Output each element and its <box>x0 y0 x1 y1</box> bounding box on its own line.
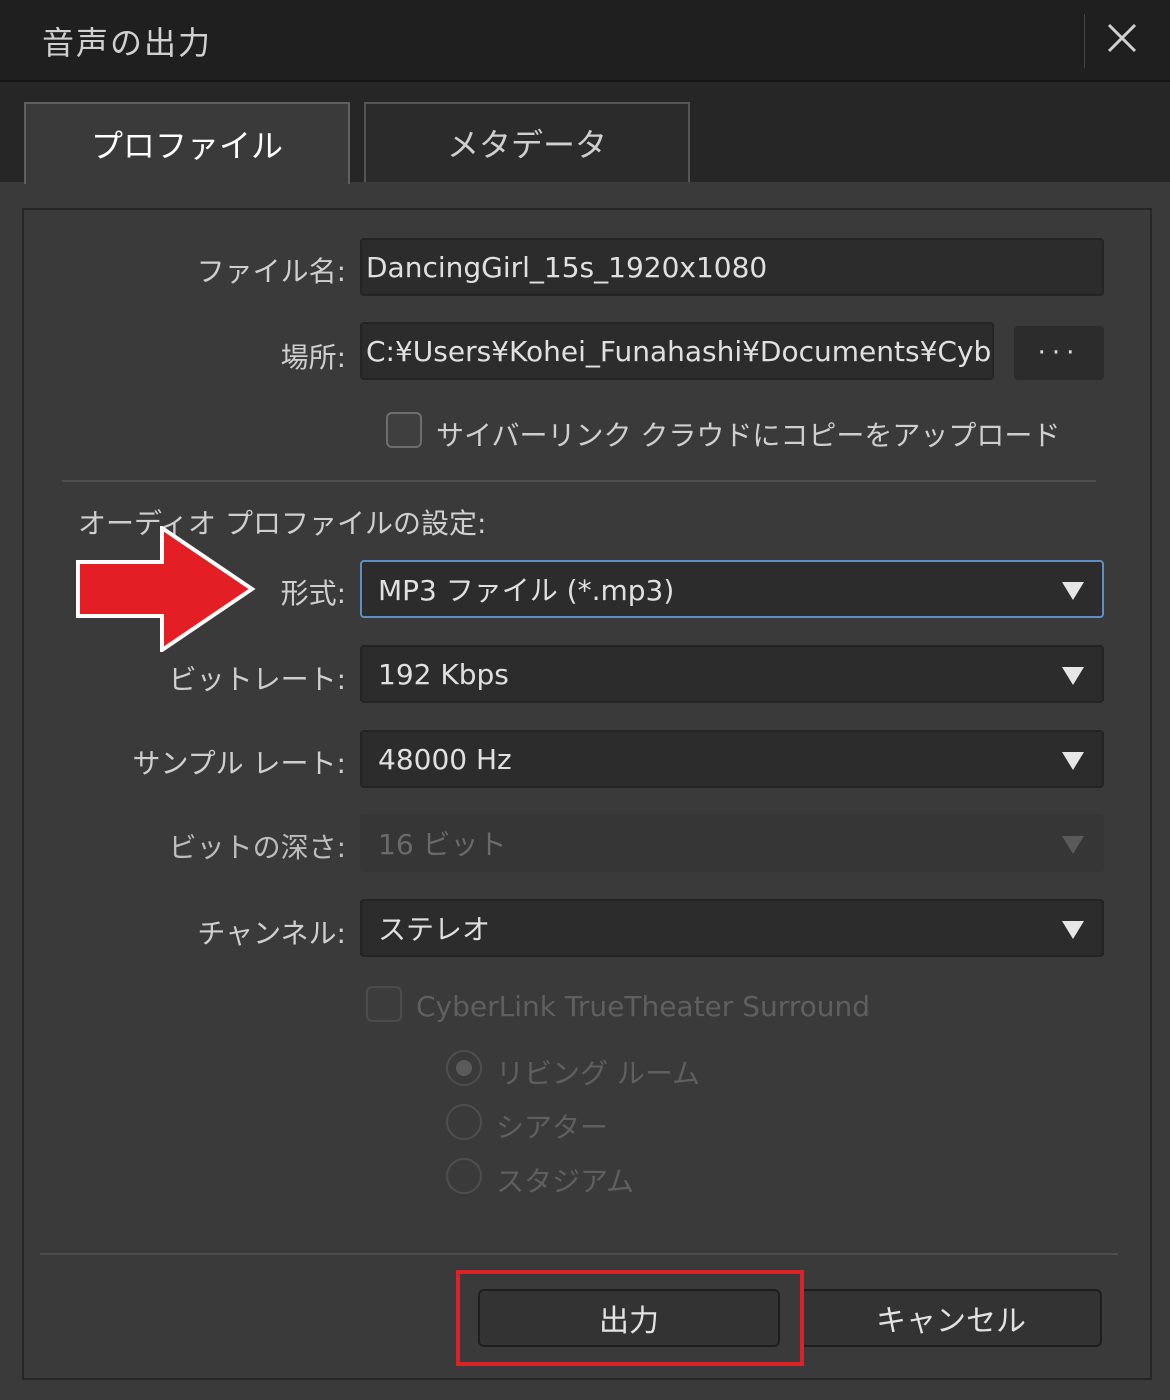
file-name-label: ファイル名: <box>196 255 346 288</box>
close-icon <box>1107 23 1137 53</box>
location-input[interactable]: C:¥Users¥Kohei_Funahashi¥Documents¥Cybe.… <box>360 322 994 380</box>
window-title: 音声の出力 <box>42 24 213 62</box>
output-highlight-box <box>456 1270 804 1366</box>
samplerate-select[interactable]: 48000 Hz <box>360 730 1104 788</box>
surround-checkbox <box>366 986 402 1022</box>
chevron-down-icon <box>1062 836 1084 854</box>
tab-strip: プロファイル メタデータ <box>0 82 1170 184</box>
red-arrow-right-icon <box>76 526 256 652</box>
browse-button[interactable]: ··· <box>1014 326 1104 380</box>
samplerate-label: サンプル レート: <box>132 747 347 780</box>
chevron-down-icon <box>1062 921 1084 939</box>
samplerate-value: 48000 Hz <box>378 742 512 776</box>
bitdepth-select: 16 ビット <box>360 814 1104 872</box>
close-button[interactable] <box>1100 16 1144 60</box>
tab-metadata[interactable]: メタデータ <box>364 102 690 182</box>
file-name-input[interactable]: DancingGirl_15s_1920x1080 <box>360 238 1104 296</box>
format-label: 形式: <box>280 577 346 610</box>
radio-theater-label: シアター <box>496 1111 609 1144</box>
cloud-upload-label: サイバーリンク クラウドにコピーをアップロード <box>436 419 1061 452</box>
channel-select[interactable]: ステレオ <box>360 899 1104 957</box>
radio-living-room-label: リビング ルーム <box>496 1057 701 1090</box>
chevron-down-icon <box>1062 582 1084 600</box>
footer-divider <box>40 1253 1118 1255</box>
title-separator <box>1084 14 1085 68</box>
bitrate-select[interactable]: 192 Kbps <box>360 645 1104 703</box>
radio-theater <box>446 1104 482 1140</box>
title-bar: 音声の出力 <box>0 0 1170 82</box>
tab-profile[interactable]: プロファイル <box>24 102 350 184</box>
bitdepth-label: ビットの深さ: <box>168 831 346 864</box>
chevron-down-icon <box>1062 752 1084 770</box>
bitdepth-value: 16 ビット <box>378 828 507 861</box>
radio-living-room <box>446 1050 482 1086</box>
profile-panel <box>22 208 1152 1380</box>
format-value: MP3 ファイル (*.mp3) <box>378 574 675 607</box>
channel-value: ステレオ <box>378 913 491 946</box>
radio-selected-dot <box>456 1060 472 1076</box>
cloud-upload-checkbox[interactable] <box>386 412 422 448</box>
section-divider <box>62 480 1096 482</box>
radio-stadium-label: スタジアム <box>496 1165 635 1198</box>
radio-stadium <box>446 1158 482 1194</box>
location-label: 場所: <box>280 341 346 374</box>
surround-label: CyberLink TrueTheater Surround <box>416 990 871 1023</box>
chevron-down-icon <box>1062 667 1084 685</box>
bitrate-label: ビットレート: <box>168 663 346 696</box>
bitrate-value: 192 Kbps <box>378 657 509 691</box>
channel-label: チャンネル: <box>197 917 346 950</box>
format-select[interactable]: MP3 ファイル (*.mp3) <box>360 560 1104 618</box>
cancel-button[interactable]: キャンセル <box>800 1289 1102 1347</box>
